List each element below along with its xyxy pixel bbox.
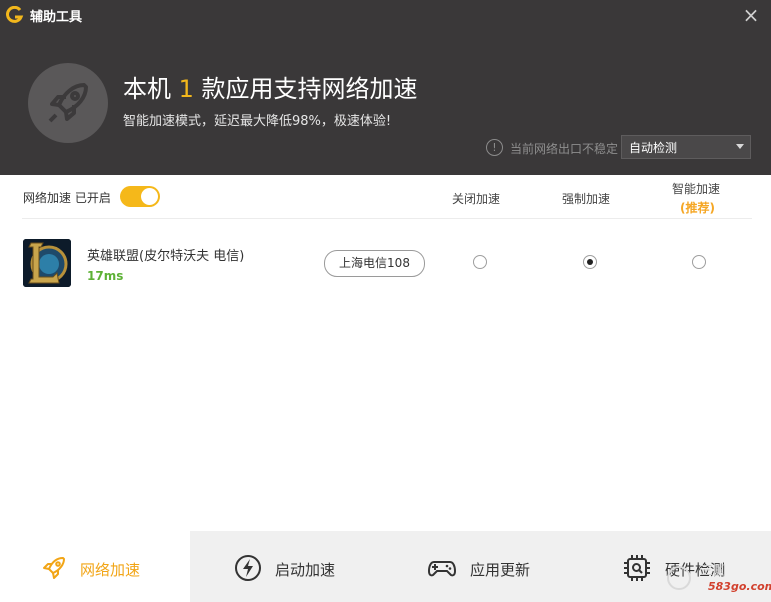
radio-forced[interactable] — [583, 255, 597, 269]
rocket-badge — [28, 63, 108, 143]
column-header-forced: 强制加速 — [562, 192, 611, 206]
radio-smart[interactable] — [692, 255, 706, 269]
supported-app-count: 1 — [178, 75, 194, 103]
game-icon-lol — [23, 239, 71, 287]
chevron-down-icon — [736, 144, 744, 149]
info-icon: ! — [486, 139, 503, 156]
window-title: 辅助工具 — [30, 10, 83, 25]
close-icon[interactable]: × — [741, 5, 761, 25]
toggle-knob — [141, 188, 158, 205]
game-name: 英雄联盟(皮尔特沃夫 电信) — [87, 249, 245, 264]
headline: 本机 1 款应用支持网络加速 — [123, 69, 418, 104]
watermark-brand: 三国 — [700, 564, 727, 579]
server-select-button[interactable]: 上海电信108 — [324, 250, 425, 277]
acceleration-toggle-label: 网络加速 已开启 — [23, 191, 111, 205]
divider — [22, 218, 752, 219]
detect-mode-value: 自动检测 — [629, 141, 678, 155]
acceleration-toggle[interactable] — [120, 186, 160, 207]
rocket-icon — [48, 83, 88, 123]
chip-icon — [624, 555, 650, 581]
nav-label: 启动加速 — [275, 561, 336, 579]
lightning-icon — [235, 555, 261, 581]
nav-app-update[interactable]: 应用更新 — [385, 531, 580, 602]
network-warning-text: 当前网络出口不稳定 — [510, 142, 619, 156]
headline-subtitle: 智能加速模式，延迟最大降低98%，极速体验! — [123, 114, 392, 129]
title-bar: 辅助工具 × — [0, 0, 771, 30]
nav-network-acceleration[interactable]: 网络加速 — [0, 531, 190, 602]
headline-suffix: 款应用支持网络加速 — [193, 75, 418, 103]
app-logo-icon — [6, 6, 24, 23]
rocket-icon — [43, 557, 65, 579]
league-logo-icon — [23, 239, 71, 287]
nav-label: 网络加速 — [80, 561, 141, 579]
radio-off[interactable] — [473, 255, 487, 269]
game-ping: 17ms — [87, 269, 124, 283]
gamepad-icon — [428, 561, 456, 577]
column-header-off: 关闭加速 — [452, 192, 501, 206]
nav-startup-acceleration[interactable]: 启动加速 — [190, 531, 385, 602]
watermark-text: 583go.com — [708, 580, 771, 593]
column-header-smart: 智能加速 — [672, 182, 721, 196]
headline-prefix: 本机 — [123, 75, 179, 103]
recommended-badge: (推荐) — [680, 201, 715, 215]
nav-label: 应用更新 — [470, 561, 531, 579]
detect-mode-select[interactable]: 自动检测 — [621, 135, 751, 159]
